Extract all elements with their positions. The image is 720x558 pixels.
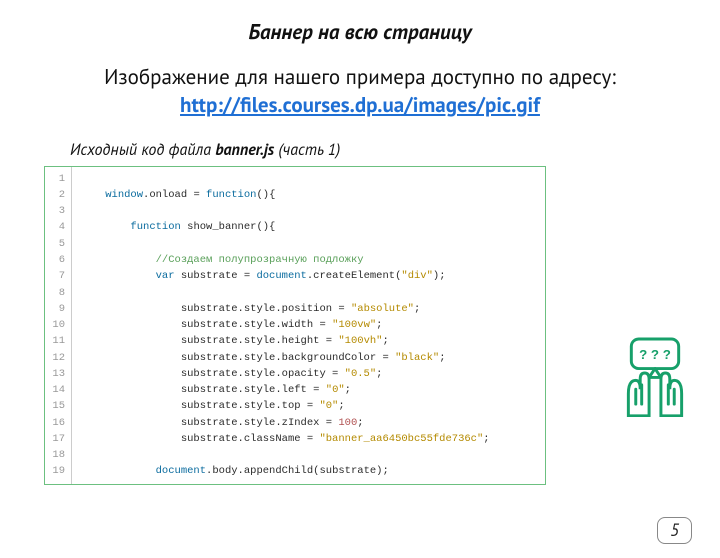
line-number: 5: [49, 236, 65, 252]
line-number: 1: [49, 171, 65, 187]
code-line: window.onload = function(){: [80, 187, 490, 203]
line-number: 7: [49, 268, 65, 284]
line-number: 17: [49, 431, 65, 447]
code-content: window.onload = function(){ function sho…: [72, 167, 498, 484]
code-line: substrate.style.width = "100vw";: [80, 317, 490, 333]
code-line: substrate.style.zIndex = 100;: [80, 415, 490, 431]
line-number: 4: [49, 219, 65, 235]
code-line: substrate.className = "banner_aa6450bc55…: [80, 431, 490, 447]
code-line: function show_banner(){: [80, 219, 490, 235]
code-line: substrate.style.position = "absolute";: [80, 301, 490, 317]
line-number: 19: [49, 463, 65, 479]
code-line: [80, 236, 490, 252]
line-number: 12: [49, 350, 65, 366]
icon-qmarks: ? ? ?: [639, 347, 671, 362]
line-number: 6: [49, 252, 65, 268]
line-number: 3: [49, 203, 65, 219]
line-number: 10: [49, 317, 65, 333]
intro-link[interactable]: http://files.courses.dp.ua/images/pic.gi…: [180, 91, 540, 118]
code-caption: Исходный код файла banner.js (часть 1): [70, 140, 720, 160]
line-number: 14: [49, 382, 65, 398]
slide-title: Баннер на всю страницу: [0, 18, 720, 45]
caption-filename: banner.js: [215, 140, 274, 160]
code-line: var substrate = document.createElement("…: [80, 268, 490, 284]
line-number: 9: [49, 301, 65, 317]
code-line: substrate.style.height = "100vh";: [80, 333, 490, 349]
question-hands-icon: ? ? ?: [618, 336, 692, 417]
caption-suffix: (часть 1): [274, 140, 340, 160]
line-number: 2: [49, 187, 65, 203]
caption-prefix: Исходный код файла: [70, 140, 215, 160]
code-line: //Создаем полупрозрачную подложку: [80, 252, 490, 268]
code-line: document.body.appendChild(substrate);: [80, 463, 490, 479]
line-number: 11: [49, 333, 65, 349]
code-line: [80, 447, 490, 463]
intro-prefix: Изображение для нашего примера доступно …: [104, 63, 616, 90]
code-line: substrate.style.top = "0";: [80, 398, 490, 414]
code-line: [80, 171, 490, 187]
code-line: substrate.style.backgroundColor = "black…: [80, 350, 490, 366]
line-number: 18: [49, 447, 65, 463]
code-line: [80, 285, 490, 301]
line-number: 8: [49, 285, 65, 301]
intro-text: Изображение для нашего примера доступно …: [40, 63, 680, 120]
code-block: 12345678910111213141516171819 window.onl…: [44, 166, 546, 485]
code-line: substrate.style.opacity = "0.5";: [80, 366, 490, 382]
code-line: [80, 203, 490, 219]
line-number: 16: [49, 415, 65, 431]
line-number: 13: [49, 366, 65, 382]
code-line: substrate.style.left = "0";: [80, 382, 490, 398]
line-number: 15: [49, 398, 65, 414]
line-number-gutter: 12345678910111213141516171819: [45, 167, 72, 484]
